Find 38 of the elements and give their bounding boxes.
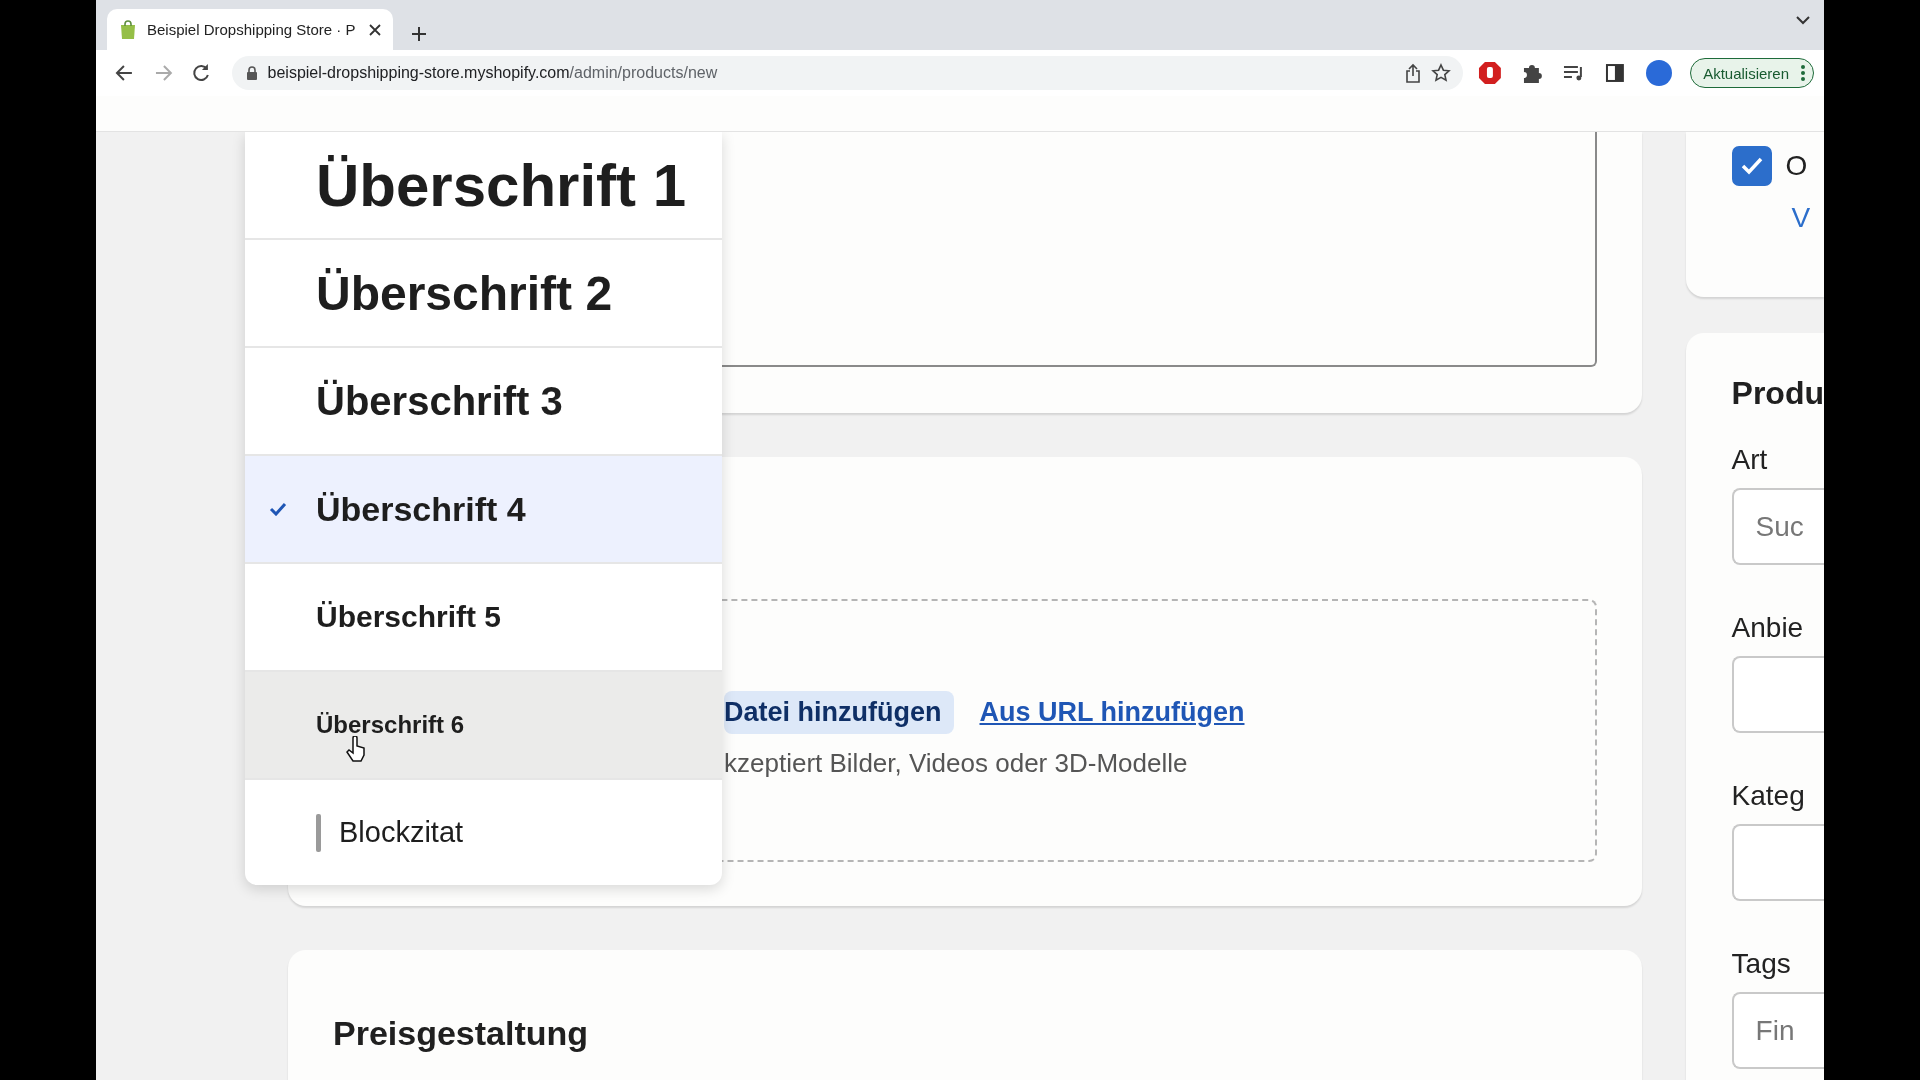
input-field[interactable]: Fin	[1731, 992, 1824, 1069]
menu-item[interactable]: Überschrift 4	[245, 456, 722, 564]
sidebar-link[interactable]: V	[1791, 202, 1811, 234]
field-label: Anbie	[1731, 612, 1805, 644]
tab-title: Beispiel Dropshipping Store · P	[147, 21, 357, 38]
menu-item[interactable]: Überschrift 6	[245, 672, 722, 780]
checkbox[interactable]	[1731, 146, 1772, 186]
field-label: Art	[1731, 444, 1769, 476]
add-from-url-link[interactable]: Aus URL hinzufügen	[979, 697, 1245, 728]
menu-item[interactable]: Überschrift 2	[245, 240, 722, 348]
update-button[interactable]: Aktualisieren	[1690, 58, 1815, 88]
checkbox-label: O	[1785, 150, 1808, 182]
add-file-button[interactable]: Datei hinzufügen	[724, 691, 954, 734]
field-label: Tags	[1731, 948, 1792, 980]
drop-hint: kzeptiert Bilder, Videos oder 3D-Modelle	[724, 748, 1189, 779]
address-bar[interactable]: beispiel-dropshipping-store.myshopify.com/admin/products/new	[231, 56, 1463, 90]
section-title: Preisgestaltung	[333, 1014, 590, 1053]
checkmark-icon	[269, 502, 287, 516]
browser-tab[interactable]: Beispiel Dropshipping Store · P	[107, 9, 393, 50]
url-text: beispiel-dropshipping-store.myshopify.com/admin/products/new	[267, 64, 719, 82]
checkmark-icon	[1739, 156, 1764, 176]
field-label: Kateg	[1731, 780, 1806, 812]
card-title: Produ	[1731, 375, 1824, 412]
plus-icon[interactable]	[411, 26, 427, 42]
menu-item[interactable]: Überschrift 1	[245, 132, 722, 240]
share-icon[interactable]	[1404, 63, 1421, 83]
quote-bar	[316, 813, 321, 852]
chevron-down-icon[interactable]	[1796, 16, 1810, 25]
input-field[interactable]: Suc	[1731, 488, 1824, 565]
hand-cursor-icon	[346, 736, 368, 762]
more-icon[interactable]	[1801, 65, 1806, 81]
close-icon[interactable]	[369, 23, 381, 36]
profile-avatar[interactable]	[1646, 60, 1673, 86]
input-field[interactable]	[1731, 824, 1824, 901]
star-icon[interactable]	[1430, 63, 1451, 83]
input-field[interactable]	[1731, 656, 1824, 733]
shopping-bag-icon	[119, 19, 137, 40]
lock-icon	[245, 66, 258, 80]
